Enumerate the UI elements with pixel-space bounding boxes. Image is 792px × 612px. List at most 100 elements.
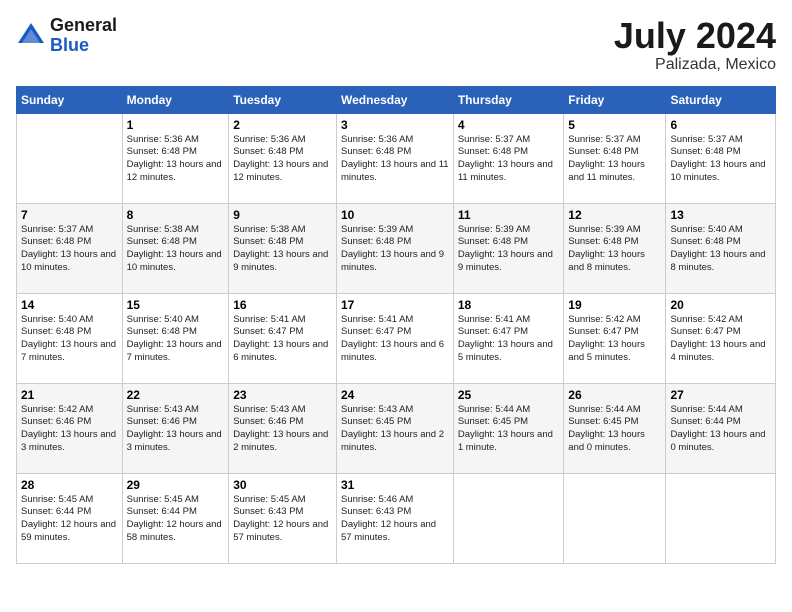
day-cell: 17 Sunrise: 5:41 AM Sunset: 6:47 PM Dayli… xyxy=(337,293,454,383)
day-number: 14 xyxy=(21,298,118,312)
day-number: 11 xyxy=(458,208,559,222)
day-number: 28 xyxy=(21,478,118,492)
day-cell: 12 Sunrise: 5:39 AM Sunset: 6:48 PM Dayli… xyxy=(564,203,666,293)
day-cell: 10Sunrise: 5:39 AM Sunset: 6:48 PM Dayli… xyxy=(337,203,454,293)
day-cell: 4 Sunrise: 5:37 AM Sunset: 6:48 PM Daylig… xyxy=(453,113,563,203)
day-info: Sunrise: 5:44 AM Sunset: 6:45 PM Dayligh… xyxy=(568,404,661,455)
day-number: 16 xyxy=(233,298,332,312)
day-number: 4 xyxy=(458,118,559,132)
header-cell-sunday: Sunday xyxy=(17,86,123,113)
day-cell: 30 Sunrise: 5:45 AM Sunset: 6:43 PM Dayli… xyxy=(229,473,337,563)
day-info: Sunrise: 5:45 AM Sunset: 6:44 PM Dayligh… xyxy=(21,494,118,545)
day-info: Sunrise: 5:36 AM Sunset: 6:48 PM Dayligh… xyxy=(127,134,225,185)
day-cell: 9Sunrise: 5:38 AM Sunset: 6:48 PM Daylig… xyxy=(229,203,337,293)
calendar-body: 1 Sunrise: 5:36 AM Sunset: 6:48 PM Daylig… xyxy=(17,113,776,563)
day-cell: 15Sunrise: 5:40 AM Sunset: 6:48 PM Dayli… xyxy=(122,293,229,383)
day-info: Sunrise: 5:42 AM Sunset: 6:47 PM Dayligh… xyxy=(670,314,771,365)
logo-general: General xyxy=(50,16,117,36)
day-number: 3 xyxy=(341,118,449,132)
day-info: Sunrise: 5:42 AM Sunset: 6:46 PM Dayligh… xyxy=(21,404,118,455)
week-row-4: 21 Sunrise: 5:42 AM Sunset: 6:46 PM Dayli… xyxy=(17,383,776,473)
day-info: Sunrise: 5:36 AM Sunset: 6:48 PM Dayligh… xyxy=(341,134,449,185)
day-info: Sunrise: 5:42 AM Sunset: 6:47 PM Dayligh… xyxy=(568,314,661,365)
day-info: Sunrise: 5:46 AM Sunset: 6:43 PM Dayligh… xyxy=(341,494,449,545)
week-row-2: 7 Sunrise: 5:37 AM Sunset: 6:48 PM Daylig… xyxy=(17,203,776,293)
day-info: Sunrise: 5:38 AM Sunset: 6:48 PM Dayligh… xyxy=(127,224,225,275)
day-info: Sunrise: 5:44 AM Sunset: 6:45 PM Dayligh… xyxy=(458,404,559,455)
day-cell: 8 Sunrise: 5:38 AM Sunset: 6:48 PM Daylig… xyxy=(122,203,229,293)
day-info: Sunrise: 5:41 AM Sunset: 6:47 PM Dayligh… xyxy=(458,314,559,365)
day-cell xyxy=(17,113,123,203)
day-number: 6 xyxy=(670,118,771,132)
day-cell: 1 Sunrise: 5:36 AM Sunset: 6:48 PM Daylig… xyxy=(122,113,229,203)
logo-text: General Blue xyxy=(50,16,117,56)
day-number: 12 xyxy=(568,208,661,222)
day-info: Sunrise: 5:45 AM Sunset: 6:43 PM Dayligh… xyxy=(233,494,332,545)
day-number: 8 xyxy=(127,208,225,222)
day-cell: 31 Sunrise: 5:46 AM Sunset: 6:43 PM Dayli… xyxy=(337,473,454,563)
day-cell: 25 Sunrise: 5:44 AM Sunset: 6:45 PM Dayli… xyxy=(453,383,563,473)
day-cell: 29 Sunrise: 5:45 AM Sunset: 6:44 PM Dayli… xyxy=(122,473,229,563)
header-cell-thursday: Thursday xyxy=(453,86,563,113)
day-cell: 28 Sunrise: 5:45 AM Sunset: 6:44 PM Dayli… xyxy=(17,473,123,563)
day-cell: 27 Sunrise: 5:44 AM Sunset: 6:44 PM Dayli… xyxy=(666,383,776,473)
calendar-table: SundayMondayTuesdayWednesdayThursdayFrid… xyxy=(16,86,776,564)
day-number: 1 xyxy=(127,118,225,132)
day-cell: 26 Sunrise: 5:44 AM Sunset: 6:45 PM Dayli… xyxy=(564,383,666,473)
day-number: 23 xyxy=(233,388,332,402)
day-cell: 5 Sunrise: 5:37 AM Sunset: 6:48 PM Daylig… xyxy=(564,113,666,203)
day-number: 29 xyxy=(127,478,225,492)
day-info: Sunrise: 5:41 AM Sunset: 6:47 PM Dayligh… xyxy=(341,314,449,365)
day-info: Sunrise: 5:40 AM Sunset: 6:48 PM Dayligh… xyxy=(21,314,118,365)
day-info: Sunrise: 5:43 AM Sunset: 6:45 PM Dayligh… xyxy=(341,404,449,455)
day-info: Sunrise: 5:44 AM Sunset: 6:44 PM Dayligh… xyxy=(670,404,771,455)
day-cell: 14 Sunrise: 5:40 AM Sunset: 6:48 PM Dayli… xyxy=(17,293,123,383)
month-title: July 2024 xyxy=(614,16,776,56)
day-number: 17 xyxy=(341,298,449,312)
day-number: 31 xyxy=(341,478,449,492)
logo-blue: Blue xyxy=(50,36,117,56)
week-row-1: 1 Sunrise: 5:36 AM Sunset: 6:48 PM Daylig… xyxy=(17,113,776,203)
header-cell-tuesday: Tuesday xyxy=(229,86,337,113)
day-info: Sunrise: 5:39 AM Sunset: 6:48 PM Dayligh… xyxy=(458,224,559,275)
day-number: 25 xyxy=(458,388,559,402)
day-number: 7 xyxy=(21,208,118,222)
day-info: Sunrise: 5:37 AM Sunset: 6:48 PM Dayligh… xyxy=(21,224,118,275)
day-info: Sunrise: 5:43 AM Sunset: 6:46 PM Dayligh… xyxy=(127,404,225,455)
logo: General Blue xyxy=(16,16,117,56)
day-cell: 6 Sunrise: 5:37 AM Sunset: 6:48 PM Daylig… xyxy=(666,113,776,203)
day-info: Sunrise: 5:40 AM Sunset: 6:48 PM Dayligh… xyxy=(127,314,225,365)
day-cell: 20Sunrise: 5:42 AM Sunset: 6:47 PM Dayli… xyxy=(666,293,776,383)
day-info: Sunrise: 5:39 AM Sunset: 6:48 PM Dayligh… xyxy=(568,224,661,275)
day-number: 19 xyxy=(568,298,661,312)
day-cell: 22Sunrise: 5:43 AM Sunset: 6:46 PM Dayli… xyxy=(122,383,229,473)
day-info: Sunrise: 5:37 AM Sunset: 6:48 PM Dayligh… xyxy=(568,134,661,185)
header-cell-saturday: Saturday xyxy=(666,86,776,113)
day-cell xyxy=(666,473,776,563)
day-info: Sunrise: 5:45 AM Sunset: 6:44 PM Dayligh… xyxy=(127,494,225,545)
day-number: 24 xyxy=(341,388,449,402)
logo-icon xyxy=(16,21,46,51)
day-number: 5 xyxy=(568,118,661,132)
day-cell: 13 Sunrise: 5:40 AM Sunset: 6:48 PM Dayli… xyxy=(666,203,776,293)
day-info: Sunrise: 5:37 AM Sunset: 6:48 PM Dayligh… xyxy=(458,134,559,185)
day-info: Sunrise: 5:40 AM Sunset: 6:48 PM Dayligh… xyxy=(670,224,771,275)
day-number: 27 xyxy=(670,388,771,402)
week-row-5: 28 Sunrise: 5:45 AM Sunset: 6:44 PM Dayli… xyxy=(17,473,776,563)
header-cell-wednesday: Wednesday xyxy=(337,86,454,113)
day-info: Sunrise: 5:37 AM Sunset: 6:48 PM Dayligh… xyxy=(670,134,771,185)
day-number: 13 xyxy=(670,208,771,222)
day-cell: 23 Sunrise: 5:43 AM Sunset: 6:46 PM Dayli… xyxy=(229,383,337,473)
day-info: Sunrise: 5:43 AM Sunset: 6:46 PM Dayligh… xyxy=(233,404,332,455)
day-cell: 18 Sunrise: 5:41 AM Sunset: 6:47 PM Dayli… xyxy=(453,293,563,383)
page-header: General Blue July 2024 Palizada, Mexico xyxy=(16,16,776,74)
day-number: 30 xyxy=(233,478,332,492)
calendar-header: SundayMondayTuesdayWednesdayThursdayFrid… xyxy=(17,86,776,113)
day-number: 10 xyxy=(341,208,449,222)
day-number: 26 xyxy=(568,388,661,402)
day-number: 18 xyxy=(458,298,559,312)
day-cell: 24 Sunrise: 5:43 AM Sunset: 6:45 PM Dayli… xyxy=(337,383,454,473)
day-number: 21 xyxy=(21,388,118,402)
day-cell: 2Sunrise: 5:36 AM Sunset: 6:48 PM Daylig… xyxy=(229,113,337,203)
week-row-3: 14 Sunrise: 5:40 AM Sunset: 6:48 PM Dayli… xyxy=(17,293,776,383)
